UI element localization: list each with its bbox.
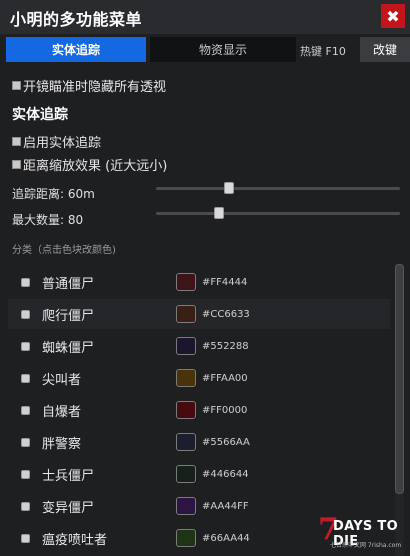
color-swatch[interactable]: [176, 273, 196, 291]
tab-bar: 实体追踪 物资显示 热键 F10 改键: [0, 37, 410, 62]
category-name: 普通僵尸: [42, 276, 95, 292]
list-item: 士兵僵尸 #446644: [8, 459, 390, 489]
hotkey-label: 热键 F10: [300, 45, 346, 58]
color-hex: #66AA44: [202, 532, 250, 544]
color-swatch[interactable]: [176, 433, 196, 451]
category-name: 爬行僵尸: [42, 308, 95, 324]
game-logo-watermark: 7 DAYS TO DIE 七日杀中文网 7risha.com: [318, 512, 408, 552]
category-caption: 分类（点击色块改颜色): [12, 245, 116, 256]
color-hex: #FF4444: [202, 276, 248, 288]
max-count-label: 最大数量: 80: [12, 213, 84, 227]
section-title-entity-tracking: 实体追踪: [12, 107, 68, 123]
color-swatch[interactable]: [176, 369, 196, 387]
scrollbar-thumb[interactable]: [395, 264, 404, 494]
color-hex: #FFAA00: [202, 372, 248, 384]
tab-material-display[interactable]: 物资显示: [150, 37, 296, 62]
category-name: 胖警察: [42, 436, 82, 452]
color-swatch[interactable]: [176, 305, 196, 323]
category-name: 变异僵尸: [42, 500, 95, 516]
color-hex: #AA44FF: [202, 500, 249, 512]
logo-subtitle: 七日杀中文网 7risha.com: [330, 542, 402, 549]
list-item: 尖叫者 #FFAA00: [8, 363, 390, 393]
category-toggle[interactable]: [21, 309, 30, 319]
list-item: 自爆者 #FF0000: [8, 395, 390, 425]
color-hex: #5566AA: [202, 436, 250, 448]
hide-esp-on-scope-checkbox[interactable]: 开镜瞄准时隐藏所有透视: [12, 76, 166, 95]
category-name: 自爆者: [42, 404, 82, 420]
category-toggle[interactable]: [21, 533, 30, 543]
tab-entity-tracking[interactable]: 实体追踪: [6, 37, 146, 62]
tracking-distance-label: 追踪距离: 60m: [12, 187, 95, 201]
slider-thumb[interactable]: [224, 182, 234, 194]
color-swatch[interactable]: [176, 337, 196, 355]
distance-scaling-label: 距离缩放效果 (近大远小): [23, 159, 168, 174]
enable-entity-tracking-checkbox[interactable]: 启用实体追踪: [12, 132, 101, 151]
tracking-distance-slider[interactable]: [156, 182, 400, 194]
slider-thumb[interactable]: [214, 207, 224, 219]
checkbox-box[interactable]: [12, 137, 21, 146]
max-count-slider[interactable]: [156, 207, 400, 219]
category-name: 瘟疫喷吐者: [42, 532, 108, 548]
enable-entity-tracking-label: 启用实体追踪: [23, 136, 102, 151]
category-toggle[interactable]: [21, 469, 30, 479]
category-toggle[interactable]: [21, 277, 30, 287]
title-bar: 小明的多功能菜单 ✖: [0, 0, 410, 34]
checkbox-box[interactable]: [12, 81, 21, 90]
change-key-button[interactable]: 改键: [360, 37, 410, 62]
distance-scaling-checkbox[interactable]: 距离缩放效果 (近大远小): [12, 155, 167, 174]
category-name: 蜘蛛僵尸: [42, 340, 95, 356]
color-hex: #446644: [202, 468, 249, 480]
category-toggle[interactable]: [21, 341, 30, 351]
category-name: 尖叫者: [42, 372, 82, 388]
category-name: 士兵僵尸: [42, 468, 95, 484]
category-toggle[interactable]: [21, 405, 30, 415]
list-item: 蜘蛛僵尸 #552288: [8, 331, 390, 361]
close-button[interactable]: ✖: [381, 4, 405, 28]
category-toggle[interactable]: [21, 437, 30, 447]
color-swatch[interactable]: [176, 401, 196, 419]
color-hex: #FF0000: [202, 404, 248, 416]
category-toggle[interactable]: [21, 501, 30, 511]
color-hex: #CC6633: [202, 308, 250, 320]
color-swatch[interactable]: [176, 465, 196, 483]
category-toggle[interactable]: [21, 373, 30, 383]
list-item: 爬行僵尸 #CC6633: [8, 299, 390, 329]
color-swatch[interactable]: [176, 497, 196, 515]
list-item: 普通僵尸 #FF4444: [8, 267, 390, 297]
list-item: 胖警察 #5566AA: [8, 427, 390, 457]
color-hex: #552288: [202, 340, 249, 352]
hide-esp-on-scope-label: 开镜瞄准时隐藏所有透视: [23, 80, 167, 95]
color-swatch[interactable]: [176, 529, 196, 547]
checkbox-box[interactable]: [12, 160, 21, 169]
window-title: 小明的多功能菜单: [10, 10, 143, 29]
